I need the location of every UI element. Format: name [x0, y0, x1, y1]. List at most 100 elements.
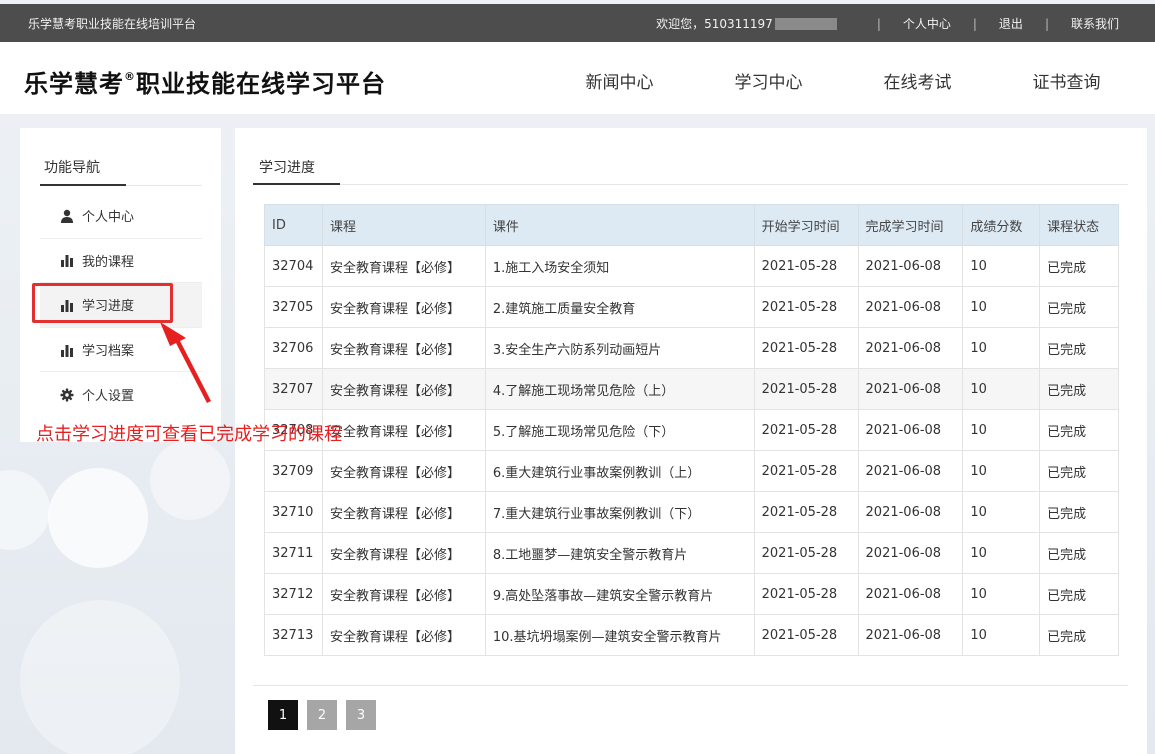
nav-online-exam[interactable]: 在线考试 [843, 68, 992, 93]
cell-status: 已完成 [1039, 491, 1119, 533]
cell-start-time: 2021-05-28 [753, 409, 859, 451]
cell-start-time: 2021-05-28 [753, 491, 859, 533]
pagination: 1 2 3 [268, 700, 385, 730]
cell-id: 32705 [264, 286, 323, 328]
cell-finish-time: 2021-06-08 [857, 245, 964, 287]
cell-courseware: 6.重大建筑行业事故案例教训（上） [484, 450, 755, 492]
background-bubble [150, 440, 230, 520]
cell-score: 10 [962, 491, 1041, 533]
cell-score: 10 [962, 614, 1041, 656]
cell-finish-time: 2021-06-08 [857, 286, 964, 328]
divider [253, 685, 1128, 686]
cell-courseware: 7.重大建筑行业事故案例教训（下） [484, 491, 755, 533]
separator: | [876, 16, 881, 31]
column-header: 课程状态 [1039, 204, 1119, 246]
cell-course: 安全教育课程【必修】 [321, 368, 486, 410]
registered-mark: ® [124, 70, 136, 83]
nav-learning-center[interactable]: 学习中心 [694, 68, 843, 93]
welcome-text: 欢迎您，510311197 [656, 17, 773, 31]
user-icon [60, 209, 74, 223]
cell-course: 安全教育课程【必修】 [321, 450, 486, 492]
separator: | [1044, 16, 1049, 31]
cell-status: 已完成 [1039, 450, 1119, 492]
sidebar-item-my-courses[interactable]: 我的课程 [40, 239, 202, 284]
cell-status: 已完成 [1039, 532, 1119, 574]
cell-id: 32709 [264, 450, 323, 492]
personal-center-link[interactable]: 个人中心 [903, 15, 951, 32]
cell-score: 10 [962, 532, 1041, 574]
top-bar: 乐学慧考职业技能在线培训平台 欢迎您，510311197 | 个人中心 | 退出… [0, 4, 1155, 42]
column-header: ID [264, 204, 323, 246]
column-header: 开始学习时间 [753, 204, 859, 246]
table-row: 32710 安全教育课程【必修】 7.重大建筑行业事故案例教训（下） 2021-05-… [264, 491, 1119, 533]
cell-finish-time: 2021-06-08 [857, 327, 964, 369]
cell-course: 安全教育课程【必修】 [321, 573, 486, 615]
cell-start-time: 2021-05-28 [753, 286, 859, 328]
cell-score: 10 [962, 573, 1041, 615]
cell-courseware: 9.高处坠落事故—建筑安全警示教育片 [484, 573, 755, 615]
logout-link[interactable]: 退出 [999, 15, 1023, 32]
cell-id: 32706 [264, 327, 323, 369]
masked-id [774, 17, 837, 30]
site-logo[interactable]: 乐学慧考®职业技能在线学习平台 [24, 64, 386, 99]
cell-score: 10 [962, 368, 1041, 410]
nav-certificate-query[interactable]: 证书查询 [992, 68, 1141, 93]
page-title: 学习进度 [259, 160, 315, 176]
cell-score: 10 [962, 286, 1041, 328]
cell-start-time: 2021-05-28 [753, 368, 859, 410]
cell-score: 10 [962, 327, 1041, 369]
cell-start-time: 2021-05-28 [753, 614, 859, 656]
header: 乐学慧考®职业技能在线学习平台 新闻中心 学习中心 在线考试 证书查询 [0, 42, 1155, 114]
top-bar-links: 欢迎您，510311197 | 个人中心 | 退出 | 联系我们 [656, 15, 1119, 32]
cell-id: 32711 [264, 532, 323, 574]
table-row: 32712 安全教育课程【必修】 9.高处坠落事故—建筑安全警示教育片 2021-05… [264, 573, 1119, 615]
cell-finish-time: 2021-06-08 [857, 409, 964, 451]
logo-sub: 职业技能在线学习平台 [136, 70, 386, 98]
cell-id: 32707 [264, 368, 323, 410]
table-row: 32711 安全教育课程【必修】 8.工地噩梦—建筑安全警示教育片 2021-05-2… [264, 532, 1119, 574]
cell-finish-time: 2021-06-08 [857, 573, 964, 615]
cell-id: 32712 [264, 573, 323, 615]
annotation-text: 点击学习进度可查看已完成学习的课程 [36, 424, 342, 445]
annotation-highlight-box [32, 283, 173, 323]
cell-score: 10 [962, 409, 1041, 451]
bar-chart-icon [60, 343, 74, 357]
contact-us-link[interactable]: 联系我们 [1071, 15, 1119, 32]
cell-finish-time: 2021-06-08 [857, 450, 964, 492]
cell-course: 安全教育课程【必修】 [321, 409, 486, 451]
cell-courseware: 3.安全生产六防系列动画短片 [484, 327, 755, 369]
nav-news-center[interactable]: 新闻中心 [545, 68, 694, 93]
gear-icon [60, 388, 74, 402]
site-name: 乐学慧考职业技能在线培训平台 [28, 17, 197, 31]
cell-courseware: 5.了解施工现场常见危险（下） [484, 409, 755, 451]
cell-courseware: 2.建筑施工质量安全教育 [484, 286, 755, 328]
sidebar-item-label: 学习档案 [82, 344, 135, 360]
table-row: 32704 安全教育课程【必修】 1.施工入场安全须知 2021-05-28 2021-… [264, 245, 1119, 287]
column-header: 课件 [484, 204, 755, 246]
sidebar-item-personal-settings[interactable]: 个人设置 [40, 372, 202, 417]
main-content: 学习进度 ID 课程 课件 开始学习时间 完成学习时间 成绩分数 课程状态 32… [235, 128, 1147, 754]
cell-course: 安全教育课程【必修】 [321, 491, 486, 533]
sidebar-item-personal-center[interactable]: 个人中心 [40, 194, 202, 239]
separator: | [972, 16, 977, 31]
background-bubble [48, 468, 148, 568]
cell-score: 10 [962, 450, 1041, 492]
column-header: 成绩分数 [962, 204, 1041, 246]
sidebar-item-label: 个人设置 [82, 389, 135, 405]
cell-finish-time: 2021-06-08 [857, 614, 964, 656]
page-button[interactable]: 2 [307, 700, 337, 730]
page-button[interactable]: 3 [346, 700, 376, 730]
cell-id: 32713 [264, 614, 323, 656]
logo-main: 乐学慧考 [24, 70, 124, 98]
cell-status: 已完成 [1039, 245, 1119, 287]
cell-id: 32704 [264, 245, 323, 287]
cell-course: 安全教育课程【必修】 [321, 327, 486, 369]
cell-start-time: 2021-05-28 [753, 327, 859, 369]
sidebar-item-learning-archive[interactable]: 学习档案 [40, 328, 202, 373]
page-button[interactable]: 1 [268, 700, 298, 730]
table-row: 32713 安全教育课程【必修】 10.基坑坍塌案例—建筑安全警示教育片 2021-0… [264, 614, 1119, 656]
cell-finish-time: 2021-06-08 [857, 491, 964, 533]
cell-status: 已完成 [1039, 327, 1119, 369]
column-header: 课程 [321, 204, 486, 246]
cell-start-time: 2021-05-28 [753, 450, 859, 492]
